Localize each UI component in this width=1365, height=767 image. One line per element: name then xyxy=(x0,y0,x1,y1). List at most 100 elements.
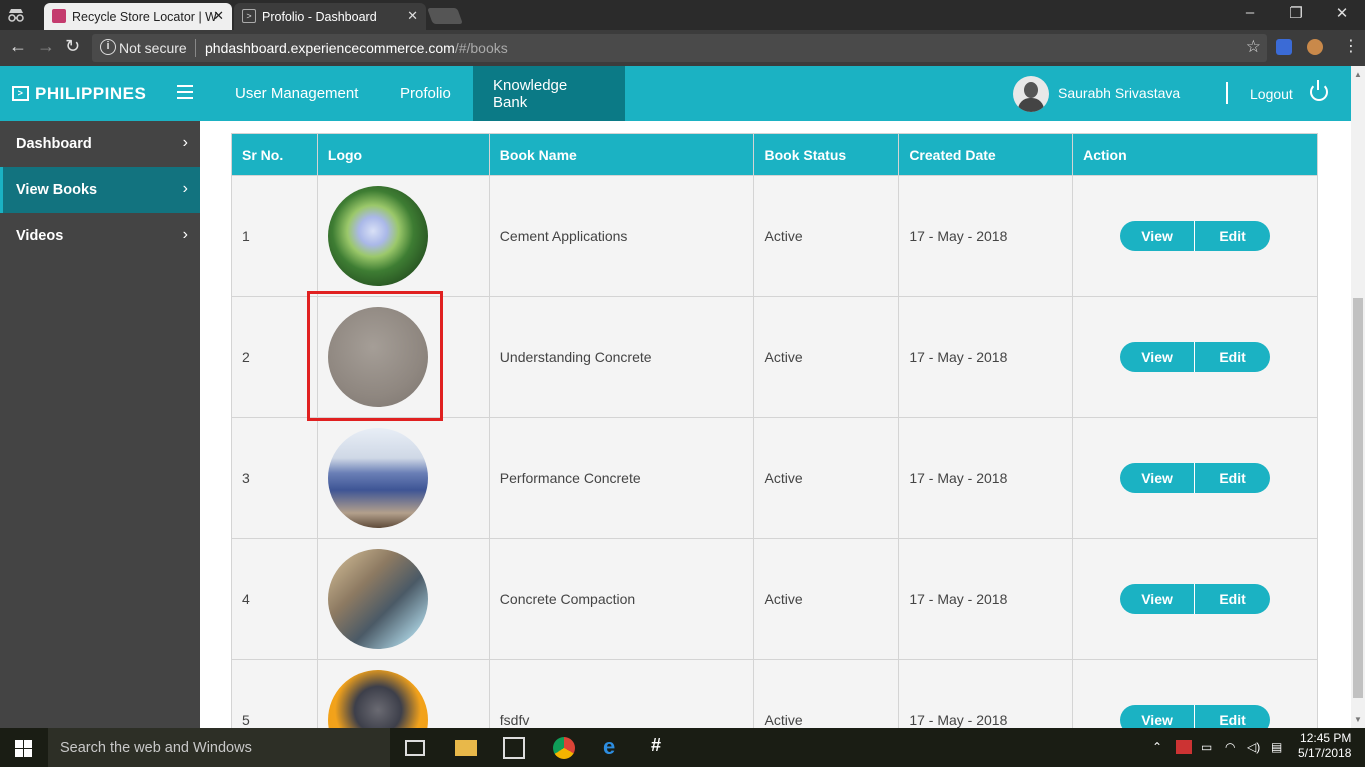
books-table: Sr No. Logo Book Name Book Status Create… xyxy=(231,133,1318,728)
edit-button[interactable]: Edit xyxy=(1195,584,1271,614)
reload-icon[interactable]: ↻ xyxy=(65,36,80,57)
tab-title: Profolio - Dashboard xyxy=(262,9,377,24)
sr-no-cell: 2 xyxy=(231,296,318,418)
column-header-book-name[interactable]: Book Name xyxy=(488,133,755,176)
chevron-right-icon: › xyxy=(182,134,188,151)
task-view-icon[interactable] xyxy=(405,740,425,756)
cookie-extension-icon[interactable] xyxy=(1307,39,1323,55)
scroll-up-arrow-icon[interactable]: ▲ xyxy=(1354,70,1362,79)
created-date-cell: 17 - May - 2018 xyxy=(898,417,1074,539)
sr-no-cell: 5 xyxy=(231,659,318,728)
view-button[interactable]: View xyxy=(1120,342,1196,372)
file-explorer-icon[interactable] xyxy=(455,740,477,756)
edge-icon[interactable]: e xyxy=(603,734,625,759)
volume-icon[interactable]: ◁) xyxy=(1247,740,1260,754)
nav-profolio[interactable]: Profolio xyxy=(380,66,471,121)
page-scrollbar[interactable]: ▲ ▼ xyxy=(1351,66,1365,728)
action-cell: View Edit xyxy=(1072,296,1318,418)
back-arrow-icon[interactable]: ← xyxy=(9,36,27,57)
separator xyxy=(195,39,196,57)
battery-icon[interactable]: ▭ xyxy=(1201,740,1212,754)
view-button[interactable]: View xyxy=(1120,221,1196,251)
book-status-cell: Active xyxy=(753,538,900,660)
notification-icon[interactable]: ▤ xyxy=(1271,740,1282,754)
view-button[interactable]: View xyxy=(1120,463,1196,493)
url-text[interactable]: phdashboard.experiencecommerce.com/#/boo… xyxy=(205,40,508,56)
tab-title: Recycle Store Locator | W xyxy=(72,9,217,24)
table-row: 1 Cement Applications Active 17 - May - … xyxy=(231,175,1318,297)
column-header-sr-no[interactable]: Sr No. xyxy=(231,133,318,176)
created-date-cell: 17 - May - 2018 xyxy=(898,659,1074,728)
action-cell: View Edit xyxy=(1072,417,1318,539)
created-date-cell: 17 - May - 2018 xyxy=(898,175,1074,297)
action-cell: View Edit xyxy=(1072,538,1318,660)
nav-knowledge-bank[interactable]: Knowledge Bank xyxy=(473,66,625,121)
close-tab-icon[interactable]: ✕ xyxy=(407,8,418,24)
restore-icon[interactable]: ❐ xyxy=(1273,4,1319,22)
sidebar-item-dashboard[interactable]: Dashboard › xyxy=(0,121,200,167)
chevron-up-icon[interactable]: ⌃ xyxy=(1152,740,1162,754)
scroll-down-arrow-icon[interactable]: ▼ xyxy=(1354,715,1362,724)
brand-logo[interactable]: > PHILIPPINES xyxy=(0,66,200,121)
hamburger-menu-icon[interactable] xyxy=(177,85,193,99)
sidebar-item-label: Dashboard xyxy=(16,136,92,152)
taskbar-search-box[interactable]: Search the web and Windows xyxy=(48,728,390,767)
logo-cell xyxy=(316,538,490,660)
sr-no-cell: 3 xyxy=(231,417,318,539)
bookmark-star-icon[interactable]: ☆ xyxy=(1246,37,1261,57)
browser-tab-active[interactable]: > Profolio - Dashboard ✕ xyxy=(234,3,426,30)
nav-user-management[interactable]: User Management xyxy=(215,66,378,121)
edit-button[interactable]: Edit xyxy=(1195,705,1271,728)
divider xyxy=(1226,82,1228,104)
book-status-cell: Active xyxy=(753,296,900,418)
windows-start-icon[interactable] xyxy=(15,740,32,757)
scrollbar-thumb[interactable] xyxy=(1353,298,1363,698)
forward-arrow-icon[interactable]: → xyxy=(37,36,55,57)
avatar[interactable] xyxy=(1013,76,1049,112)
slack-icon[interactable]: # xyxy=(651,735,673,757)
minimize-icon[interactable]: – xyxy=(1227,4,1273,21)
screen: Recycle Store Locator | W ✕ > Profolio -… xyxy=(0,0,1365,767)
view-button[interactable]: View xyxy=(1120,584,1196,614)
chevron-right-icon: › xyxy=(182,180,188,197)
extension-icon[interactable] xyxy=(1276,39,1292,55)
brand-icon: > xyxy=(12,86,29,101)
column-header-action[interactable]: Action xyxy=(1072,133,1318,176)
main-content: Sr No. Logo Book Name Book Status Create… xyxy=(200,121,1351,728)
sr-no-cell: 4 xyxy=(231,538,318,660)
action-cell: View Edit xyxy=(1072,659,1318,728)
info-icon[interactable]: i xyxy=(100,39,116,55)
app-header: > PHILIPPINES User Management Profolio K… xyxy=(0,66,1351,121)
user-name[interactable]: Saurabh Srivastava xyxy=(1058,85,1180,101)
close-window-icon[interactable]: ✕ xyxy=(1319,4,1365,22)
column-header-created-date[interactable]: Created Date xyxy=(898,133,1074,176)
store-icon[interactable] xyxy=(503,737,525,759)
close-tab-icon[interactable]: ✕ xyxy=(213,8,224,24)
edit-button[interactable]: Edit xyxy=(1195,463,1271,493)
chrome-icon[interactable] xyxy=(553,737,575,759)
menu-dots-icon[interactable]: ⋮ xyxy=(1343,36,1359,56)
logout-link[interactable]: Logout xyxy=(1250,86,1293,102)
created-date-cell: 17 - May - 2018 xyxy=(898,538,1074,660)
edit-button[interactable]: Edit xyxy=(1195,342,1271,372)
power-icon[interactable] xyxy=(1310,80,1328,101)
sidebar-item-videos[interactable]: Videos › xyxy=(0,213,200,259)
edit-button[interactable]: Edit xyxy=(1195,221,1271,251)
brand-name: PHILIPPINES xyxy=(35,83,147,103)
taskbar-clock[interactable]: 12:45 PM 5/17/2018 xyxy=(1298,731,1351,761)
book-status-cell: Active xyxy=(753,175,900,297)
new-tab-button[interactable] xyxy=(427,8,463,24)
book-status-cell: Active xyxy=(753,659,900,728)
address-bar[interactable]: i Not secure phdashboard.experiencecomme… xyxy=(92,34,1267,62)
column-header-book-status[interactable]: Book Status xyxy=(753,133,900,176)
book-status-cell: Active xyxy=(753,417,900,539)
table-row: 3 Performance Concrete Active 17 - May -… xyxy=(231,417,1318,539)
column-header-logo[interactable]: Logo xyxy=(316,133,490,176)
tray-app-icon[interactable] xyxy=(1176,740,1192,754)
highlight-box xyxy=(307,291,443,421)
book-logo-image xyxy=(327,549,428,649)
browser-tab[interactable]: Recycle Store Locator | W ✕ xyxy=(44,3,232,30)
view-button[interactable]: View xyxy=(1120,705,1196,728)
sidebar-item-view-books[interactable]: View Books › xyxy=(0,167,200,213)
wifi-icon[interactable]: ◠ xyxy=(1225,740,1235,754)
